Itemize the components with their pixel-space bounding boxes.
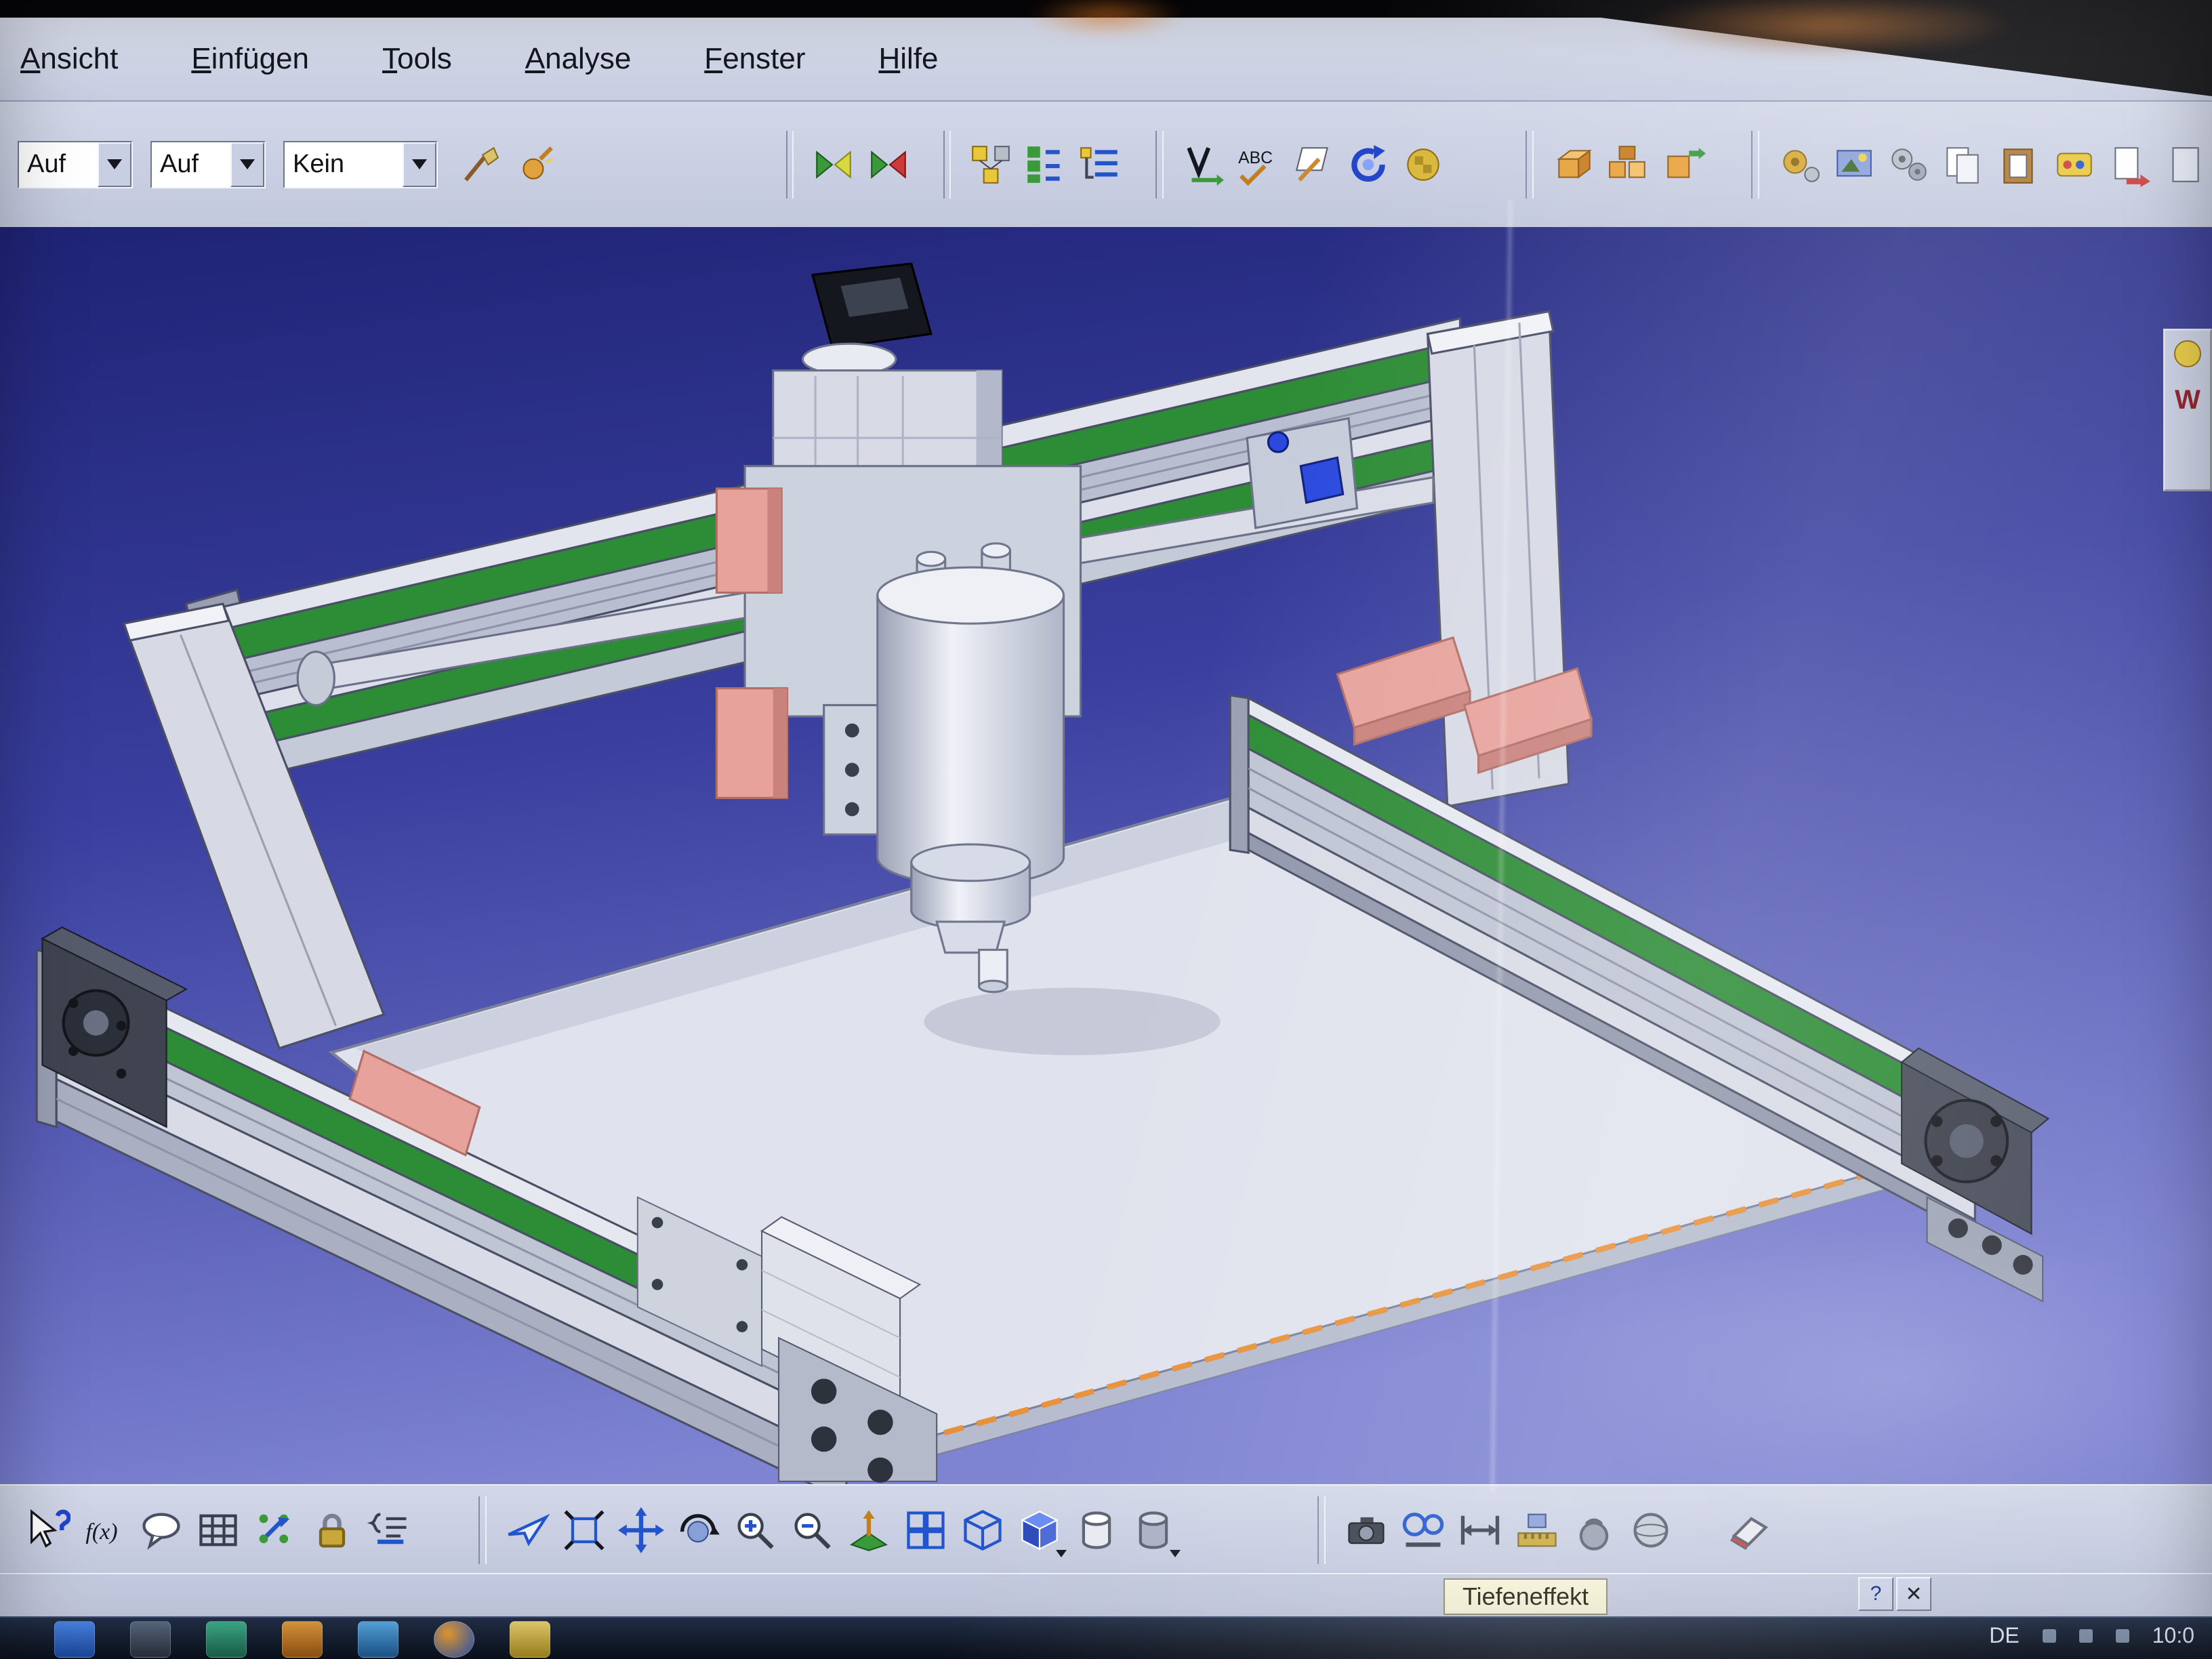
measure-between-icon[interactable] [1452, 1499, 1509, 1561]
menu-ansicht[interactable]: Ansicht [0, 39, 138, 79]
toolbar-separator [943, 131, 951, 199]
toolbar-separator [786, 131, 794, 199]
apply-material-icon[interactable] [1398, 138, 1449, 192]
split-green-icon[interactable] [808, 138, 859, 192]
combo-value: Auf [152, 142, 230, 187]
catalog-gears-icon[interactable] [1774, 138, 1824, 192]
toolbar-separator [478, 1496, 487, 1564]
speech-bubble-icon[interactable] [133, 1499, 190, 1561]
photographed-screen: Ansicht Einfügen Tools Analyse Fenster H… [0, 0, 2212, 1659]
menu-hilfe[interactable]: Hilfe [858, 39, 958, 79]
normal-view-icon[interactable] [840, 1499, 897, 1561]
taskbar-tray: DE 10:0 [1989, 1618, 2212, 1648]
pan-icon[interactable] [613, 1499, 670, 1561]
status-strip: Tiefeneffekt ? ✕ [0, 1573, 2212, 1618]
paintbrush-icon[interactable] [454, 138, 505, 192]
tooltip-tiefeneffekt: Tiefeneffekt [1443, 1578, 1607, 1615]
quad-view-icon[interactable] [897, 1499, 954, 1561]
graphic-properties-toolbar: Auf Auf Kein [0, 102, 2212, 229]
tray-icon[interactable] [2079, 1629, 2093, 1643]
magic-wand-icon[interactable] [509, 138, 560, 192]
tree-list-icon[interactable] [1076, 138, 1126, 192]
copy-doc-icon[interactable] [1939, 138, 1990, 192]
part-cube-icon[interactable] [1548, 138, 1599, 192]
windows-taskbar: DE 10:0 [0, 1616, 2212, 1659]
menu-einfuegen[interactable]: Einfügen [171, 39, 329, 79]
taskbar-app-tile[interactable] [206, 1621, 247, 1658]
partial-doc-icon[interactable] [2159, 138, 2210, 192]
menu-tools[interactable]: Tools [362, 39, 472, 79]
camera-icon[interactable] [1338, 1499, 1395, 1561]
close-button[interactable]: ✕ [1896, 1577, 1931, 1611]
zoom-in-icon[interactable] [726, 1499, 783, 1561]
tray-icon[interactable] [2116, 1629, 2129, 1643]
taskbar-app-tile[interactable] [434, 1621, 474, 1658]
snap-grid-icon[interactable] [247, 1499, 304, 1561]
layer-combo[interactable]: Kein [283, 141, 438, 188]
lock-icon[interactable] [304, 1499, 361, 1561]
chevron-down-icon[interactable] [230, 142, 264, 187]
line-combo-2[interactable]: Auf [150, 141, 266, 188]
chevron-down-icon[interactable] [403, 142, 436, 187]
render-cylinder-icon[interactable] [1068, 1499, 1125, 1561]
tray-icon[interactable] [2043, 1629, 2056, 1643]
reorder-tree-icon[interactable] [1020, 138, 1071, 192]
paste-doc-icon[interactable] [1994, 138, 2045, 192]
abc-spellcheck-icon[interactable]: ABC [1233, 138, 1284, 192]
line-combo-1[interactable]: Auf [18, 141, 133, 188]
combo-value: Kein [285, 142, 403, 187]
update-swirl-icon[interactable] [1343, 138, 1393, 192]
grid-icon[interactable] [190, 1499, 247, 1561]
lamp-icon [2174, 340, 2201, 367]
taskbar-app-tile[interactable] [358, 1621, 398, 1658]
export-doc-icon[interactable] [2104, 138, 2155, 192]
taskbar-apps [0, 1618, 550, 1658]
palette-icon[interactable] [2049, 138, 2100, 192]
rotate-icon[interactable] [670, 1499, 726, 1561]
abc-label: ABC [1239, 148, 1273, 167]
chevron-down-icon[interactable] [1170, 1550, 1181, 1557]
clock[interactable]: 10:0 [2152, 1623, 2194, 1648]
relations-icon[interactable] [361, 1499, 417, 1561]
zoom-out-icon[interactable] [783, 1499, 840, 1561]
gears-icon[interactable] [1883, 138, 1934, 192]
shaded-cube-icon[interactable] [1011, 1499, 1068, 1561]
iso-cube-icon[interactable] [954, 1499, 1011, 1561]
measure-v-icon[interactable] [1178, 138, 1229, 192]
image-icon[interactable] [1828, 138, 1879, 192]
graph-tree-icon[interactable] [965, 138, 1016, 192]
fit-all-icon[interactable] [556, 1499, 613, 1561]
taskbar-app-tile[interactable] [510, 1621, 550, 1658]
split-red-icon[interactable] [863, 138, 914, 192]
reel-icon[interactable] [1395, 1499, 1452, 1561]
assembly-cube-icon[interactable] [1603, 138, 1654, 192]
help-button[interactable]: ? [1858, 1577, 1893, 1611]
formula-label: f(x) [85, 1519, 117, 1544]
fly-mode-icon[interactable] [499, 1499, 556, 1561]
render-alt-icon[interactable] [1125, 1499, 1182, 1561]
context-help-cursor-icon[interactable] [19, 1499, 76, 1561]
menu-analyse[interactable]: Analyse [505, 39, 652, 79]
toolbar-separator [1751, 131, 1759, 199]
chevron-down-icon[interactable] [1056, 1550, 1067, 1557]
taskbar-app-tile[interactable] [282, 1621, 323, 1658]
toolbar-separator [1317, 1496, 1326, 1564]
w-label: W [2175, 385, 2200, 415]
taskbar-app-tile[interactable] [54, 1621, 95, 1658]
combo-value: Auf [19, 142, 98, 187]
annotation-flag-icon[interactable] [1288, 138, 1338, 192]
formula-fx-icon[interactable]: f(x) [76, 1499, 133, 1561]
analysis-cube-icon[interactable] [1658, 138, 1708, 192]
toolbar-separator [1525, 131, 1534, 199]
toolbar-separator [1155, 131, 1164, 199]
photo-glow [1549, 1228, 2212, 1527]
chevron-down-icon[interactable] [98, 142, 131, 187]
floating-toolbar-partial[interactable]: W [2163, 329, 2212, 491]
language-indicator[interactable]: DE [1989, 1623, 2019, 1648]
taskbar-app-tile[interactable] [130, 1621, 171, 1658]
menu-fenster[interactable]: Fenster [684, 39, 825, 79]
